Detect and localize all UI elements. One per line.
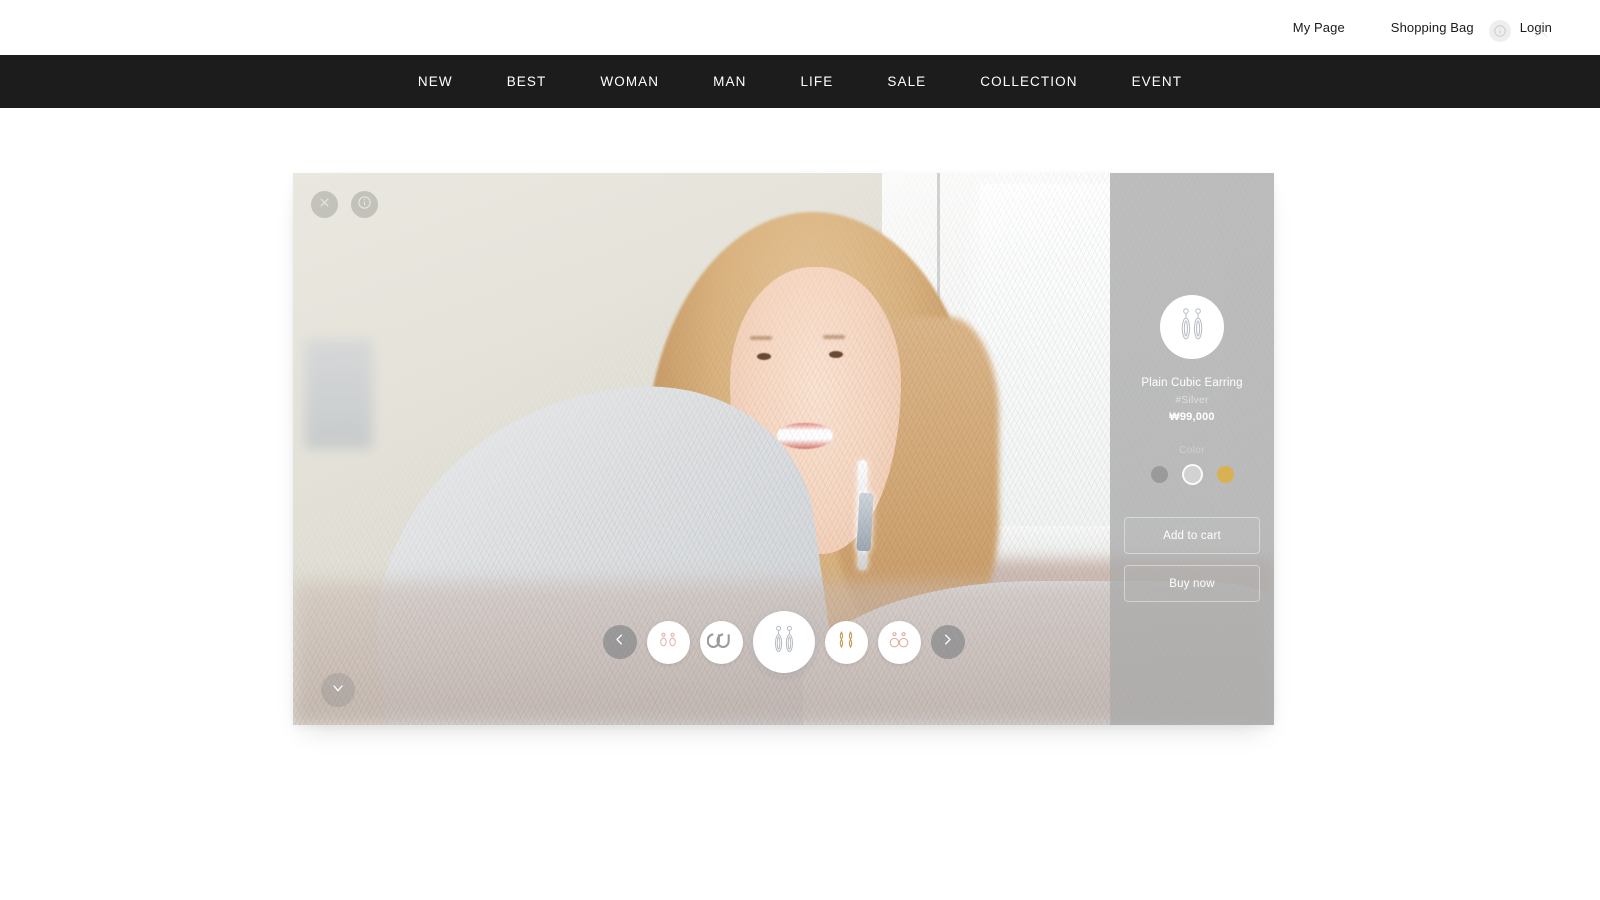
chevron-left-icon <box>612 632 627 652</box>
close-icon[interactable] <box>1530 20 1552 42</box>
thumbnail-plain-cubic-earring[interactable] <box>752 611 815 673</box>
silver-hoop-earring-icon <box>706 626 735 659</box>
plain-cubic-earring-icon <box>767 623 801 662</box>
chevron-down-icon <box>330 680 346 701</box>
color-swatches <box>1150 466 1234 483</box>
carousel-prev-button[interactable] <box>602 625 637 659</box>
carousel-next-button[interactable] <box>930 625 965 659</box>
nav-item-event[interactable]: EVENT <box>1105 74 1210 89</box>
thumbnail-silver-hoop-earring[interactable] <box>699 620 743 664</box>
chevron-right-icon <box>940 632 955 652</box>
my-page-link[interactable]: My Page <box>1293 20 1345 35</box>
earring-pair-icon <box>1174 305 1210 350</box>
rose-drop-earring-icon <box>655 627 681 658</box>
nav-item-life[interactable]: LIFE <box>773 74 860 89</box>
content-stage: Plain Cubic Earring #Silver ₩99,000 Colo… <box>0 108 1600 900</box>
nav-item-sale[interactable]: SALE <box>860 74 953 89</box>
product-tag: #Silver <box>1175 394 1209 406</box>
viewer-info-button[interactable] <box>351 191 378 218</box>
buy-now-button[interactable]: Buy now <box>1124 565 1260 602</box>
color-swatch-silver[interactable] <box>1183 466 1201 483</box>
product-title: Plain Cubic Earring <box>1141 377 1243 389</box>
thumbnail-rose-hoop-earring[interactable] <box>877 620 921 664</box>
nav-item-collection[interactable]: COLLECTION <box>953 74 1104 89</box>
nav-item-new[interactable]: NEW <box>391 74 480 89</box>
product-thumbnail <box>1160 295 1224 359</box>
top-utility-bar: My Page Shopping Bag Login <box>0 0 1600 55</box>
nav-item-woman[interactable]: WOMAN <box>573 74 686 89</box>
rose-hoop-earring-icon <box>886 627 912 658</box>
gold-twist-earring-icon <box>833 627 859 658</box>
color-label: Color <box>1179 445 1205 456</box>
close-icon <box>318 196 331 214</box>
close-viewer-button[interactable] <box>311 191 338 218</box>
nav-item-man[interactable]: MAN <box>686 74 773 89</box>
info-circle-icon <box>357 195 372 215</box>
color-swatch-gray[interactable] <box>1150 466 1168 483</box>
thumbnail-gold-twist-earring[interactable] <box>824 620 868 664</box>
main-navigation: NEW BEST WOMAN MAN LIFE SALE COLLECTION … <box>0 55 1600 108</box>
product-price: ₩99,000 <box>1169 411 1215 423</box>
thumbnail-rose-drop-earring[interactable] <box>646 620 690 664</box>
top-utility-links: My Page Shopping Bag Login <box>1293 20 1552 35</box>
color-swatch-gold[interactable] <box>1216 466 1234 483</box>
nav-item-best[interactable]: BEST <box>480 74 574 89</box>
product-viewer-card: Plain Cubic Earring #Silver ₩99,000 Colo… <box>293 173 1274 725</box>
product-actions: Add to cart Buy now <box>1124 517 1260 602</box>
add-to-cart-button[interactable]: Add to cart <box>1124 517 1260 554</box>
info-circle-icon[interactable] <box>1489 20 1511 42</box>
scroll-down-button[interactable] <box>321 673 355 707</box>
shopping-bag-link[interactable]: Shopping Bag <box>1391 20 1474 35</box>
product-info-panel: Plain Cubic Earring #Silver ₩99,000 Colo… <box>1110 173 1274 725</box>
